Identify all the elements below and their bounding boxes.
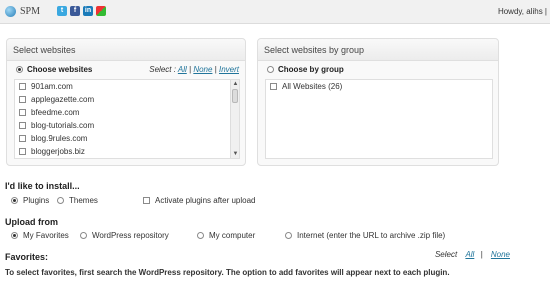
checkbox[interactable] <box>270 82 277 90</box>
upload-section-title: Upload from <box>5 217 58 227</box>
list-item[interactable]: bfeedme.com <box>15 106 239 118</box>
radio-icon[interactable] <box>57 197 64 204</box>
list-item[interactable]: All Websites (26) <box>266 80 492 92</box>
install-section-title: I'd like to install... <box>5 181 80 191</box>
select-websites-panel: Select websites Choose websites Select :… <box>6 38 246 166</box>
choose-websites-radio[interactable]: Choose websites <box>16 65 92 74</box>
radio-icon[interactable] <box>16 66 23 73</box>
select-by-group-panel: Select websites by group Choose by group… <box>257 38 499 166</box>
website-label: blog-tutorials.com <box>31 120 95 130</box>
select-label: Select <box>434 250 458 259</box>
activate-plugins-label: Activate plugins after upload <box>155 196 256 205</box>
radio-icon[interactable] <box>197 232 204 239</box>
list-item[interactable]: blog.9rules.com <box>15 132 239 144</box>
checkbox[interactable] <box>19 95 26 103</box>
select-all-link[interactable]: All <box>178 65 187 74</box>
select-invert-link[interactable]: Invert <box>219 65 239 74</box>
spm-logo-icon <box>5 6 16 17</box>
favorites-selector: Select All | None <box>435 250 510 259</box>
app-name: SPM <box>20 6 41 17</box>
radio-icon[interactable] <box>267 66 274 73</box>
my-computer-label: My computer <box>209 231 256 240</box>
my-computer-radio[interactable]: My computer <box>197 231 255 240</box>
plugins-radio[interactable]: Plugins <box>11 196 49 205</box>
websites-list[interactable]: 901am.com applegazette.com bfeedme.com b… <box>14 79 240 159</box>
my-favorites-label: My Favorites <box>23 231 69 240</box>
radio-icon[interactable] <box>11 232 18 239</box>
radio-icon[interactable] <box>11 197 18 204</box>
checkbox[interactable] <box>19 134 26 142</box>
website-label: applegazette.com <box>31 94 95 104</box>
plugins-label: Plugins <box>23 196 50 205</box>
panel-title: Select websites <box>7 39 245 61</box>
favorites-title: Favorites: <box>5 252 49 262</box>
top-bar: SPM t f in Howdy, alihs | <box>0 0 550 24</box>
separator: | <box>480 250 483 259</box>
separator: | <box>189 65 192 74</box>
wordpress-repository-label: WordPress repository <box>92 231 169 240</box>
favorites-select-none-link[interactable]: None <box>491 250 510 259</box>
scrollbar-thumb[interactable] <box>232 89 238 103</box>
list-item[interactable]: blog-tutorials.com <box>15 119 239 131</box>
checkbox[interactable] <box>19 108 26 116</box>
scroll-down-arrow-icon[interactable]: ▼ <box>231 150 239 158</box>
user-greeting[interactable]: Howdy, alihs | <box>498 7 547 16</box>
linkedin-icon[interactable]: in <box>83 6 93 16</box>
radio-icon[interactable] <box>80 232 87 239</box>
choose-by-group-label: Choose by group <box>278 65 344 74</box>
wordpress-repository-radio[interactable]: WordPress repository <box>80 231 169 240</box>
checkbox[interactable] <box>19 82 26 90</box>
scrollbar[interactable]: ▲ ▼ <box>230 80 239 158</box>
checkbox[interactable] <box>19 147 26 155</box>
themes-label: Themes <box>69 196 98 205</box>
radio-icon[interactable] <box>285 232 292 239</box>
scroll-up-arrow-icon[interactable]: ▲ <box>231 80 239 88</box>
google-icon[interactable] <box>96 6 106 16</box>
website-label: bfeedme.com <box>31 107 80 117</box>
favorites-select-all-link[interactable]: All <box>465 250 474 259</box>
my-favorites-radio[interactable]: My Favorites <box>11 231 69 240</box>
website-label: bloggerjobs.biz <box>31 146 85 156</box>
choose-by-group-radio[interactable]: Choose by group <box>267 65 344 74</box>
choose-websites-label: Choose websites <box>27 65 93 74</box>
list-item[interactable]: bloggerjobs.biz <box>15 145 239 157</box>
list-item[interactable]: 901am.com <box>15 80 239 92</box>
group-label: All Websites (26) <box>282 81 343 91</box>
website-label: blog.9rules.com <box>31 133 88 143</box>
twitter-icon[interactable]: t <box>57 6 67 16</box>
checkbox[interactable] <box>19 121 26 129</box>
internet-label: Internet (enter the URL to archive .zip … <box>297 231 446 240</box>
facebook-icon[interactable]: f <box>70 6 80 16</box>
list-item[interactable]: applegazette.com <box>15 93 239 105</box>
groups-list[interactable]: All Websites (26) <box>265 79 493 159</box>
separator: | <box>214 65 217 74</box>
select-none-link[interactable]: None <box>193 65 212 74</box>
select-label: Select : <box>149 65 176 74</box>
checkbox[interactable] <box>143 197 150 204</box>
internet-radio[interactable]: Internet (enter the URL to archive .zip … <box>285 231 445 240</box>
website-selector: Select : All | None | Invert <box>149 65 239 74</box>
themes-radio[interactable]: Themes <box>57 196 98 205</box>
website-label: 901am.com <box>31 81 73 91</box>
activate-plugins-checkbox[interactable]: Activate plugins after upload <box>143 196 256 205</box>
panel-title: Select websites by group <box>258 39 498 61</box>
favorites-description: To select favorites, first search the Wo… <box>5 268 450 277</box>
